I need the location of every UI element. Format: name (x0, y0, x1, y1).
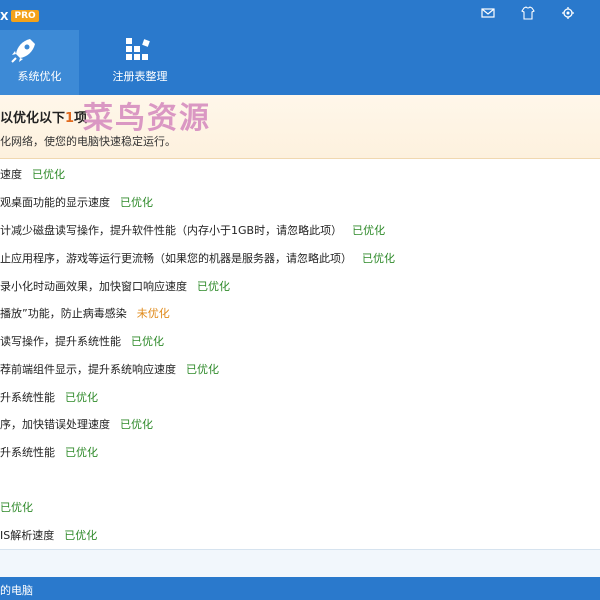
list-item: 已优化 (0, 499, 33, 515)
item-text: 升系统性能 (0, 446, 55, 459)
watermark-text: 菜鸟资源 (83, 101, 211, 136)
list-item: 播放”功能，防止病毒感染 未优化 (0, 305, 170, 321)
list-item: 止应用程序，游戏等运行更流畅（如果您的机器是服务器，请忽略此项） 已优化 (0, 250, 395, 266)
status-badge: 已优化 (65, 446, 98, 459)
item-text: 速度 (0, 168, 22, 181)
list-item: 速度 已优化 (0, 166, 65, 182)
registry-grid-icon (126, 38, 150, 60)
banner-title-prefix: 以优化以下 (0, 111, 66, 126)
item-text: IS解析速度 (0, 529, 55, 542)
banner-title: 以优化以下1项 (0, 107, 87, 126)
tab-label: 系统优化 (17, 70, 62, 83)
list-item: 升系统性能 已优化 (0, 389, 98, 405)
status-badge: 已优化 (186, 363, 219, 376)
bottom-panel (0, 549, 600, 577)
status-badge: 已优化 (362, 252, 395, 265)
settings-icon[interactable] (560, 5, 576, 21)
tab-label: 注册表整理 (112, 70, 168, 83)
status-badge: 已优化 (120, 196, 153, 209)
pro-badge: PRO (11, 10, 39, 22)
top-bar: X PRO 系统优化 注册表整理 (0, 0, 600, 95)
rocket-icon (11, 39, 35, 63)
status-bar: 的电脑 (0, 577, 600, 600)
status-badge: 已优化 (120, 418, 153, 431)
list-item: IS解析速度 已优化 (0, 527, 97, 543)
item-text: 止应用程序，游戏等运行更流畅（如果您的机器是服务器，请忽略此项） (0, 252, 352, 265)
item-text: 序，加快错误处理速度 (0, 418, 110, 431)
list-item: 录小化时动画效果，加快窗口响应速度 已优化 (0, 278, 230, 294)
brand-fragment: X (0, 9, 9, 23)
status-text: 的电脑 (0, 584, 33, 597)
status-badge: 已优化 (0, 501, 33, 514)
status-badge: 未优化 (136, 307, 170, 320)
list-item: 计减少磁盘读写操作，提升软件性能（内存小于1GB时，请忽略此项） 已优化 (0, 222, 385, 238)
status-badge: 已优化 (32, 168, 65, 181)
status-badge: 已优化 (131, 335, 164, 348)
item-text: 读写操作，提升系统性能 (0, 335, 121, 348)
list-item: 观桌面功能的显示速度 已优化 (0, 194, 153, 210)
item-text: 升系统性能 (0, 391, 55, 404)
tab-registry-cleanup[interactable]: 注册表整理 (95, 30, 185, 95)
list-item: 序，加快错误处理速度 已优化 (0, 416, 153, 432)
item-text: 播放”功能，防止病毒感染 (0, 307, 127, 320)
item-text: 录小化时动画效果，加快窗口响应速度 (0, 280, 187, 293)
list-item: 荐前端组件显示，提升系统响应速度 已优化 (0, 361, 219, 377)
item-text: 计减少磁盘读写操作，提升软件性能（内存小于1GB时，请忽略此项） (0, 224, 343, 237)
skin-icon[interactable] (520, 5, 536, 21)
banner-count: 1 (65, 111, 75, 126)
list-item: 升系统性能 已优化 (0, 444, 98, 460)
status-badge: 已优化 (197, 280, 230, 293)
mail-icon[interactable] (480, 5, 496, 21)
item-text: 荐前端组件显示，提升系统响应速度 (0, 363, 176, 376)
status-badge: 已优化 (64, 529, 98, 542)
tab-system-optimize[interactable]: 系统优化 (0, 30, 79, 95)
brand: X PRO (0, 9, 39, 23)
list-item: 读写操作，提升系统性能 已优化 (0, 333, 164, 349)
item-text: 观桌面功能的显示速度 (0, 196, 110, 209)
status-badge: 已优化 (352, 224, 386, 237)
status-badge: 已优化 (65, 391, 98, 404)
